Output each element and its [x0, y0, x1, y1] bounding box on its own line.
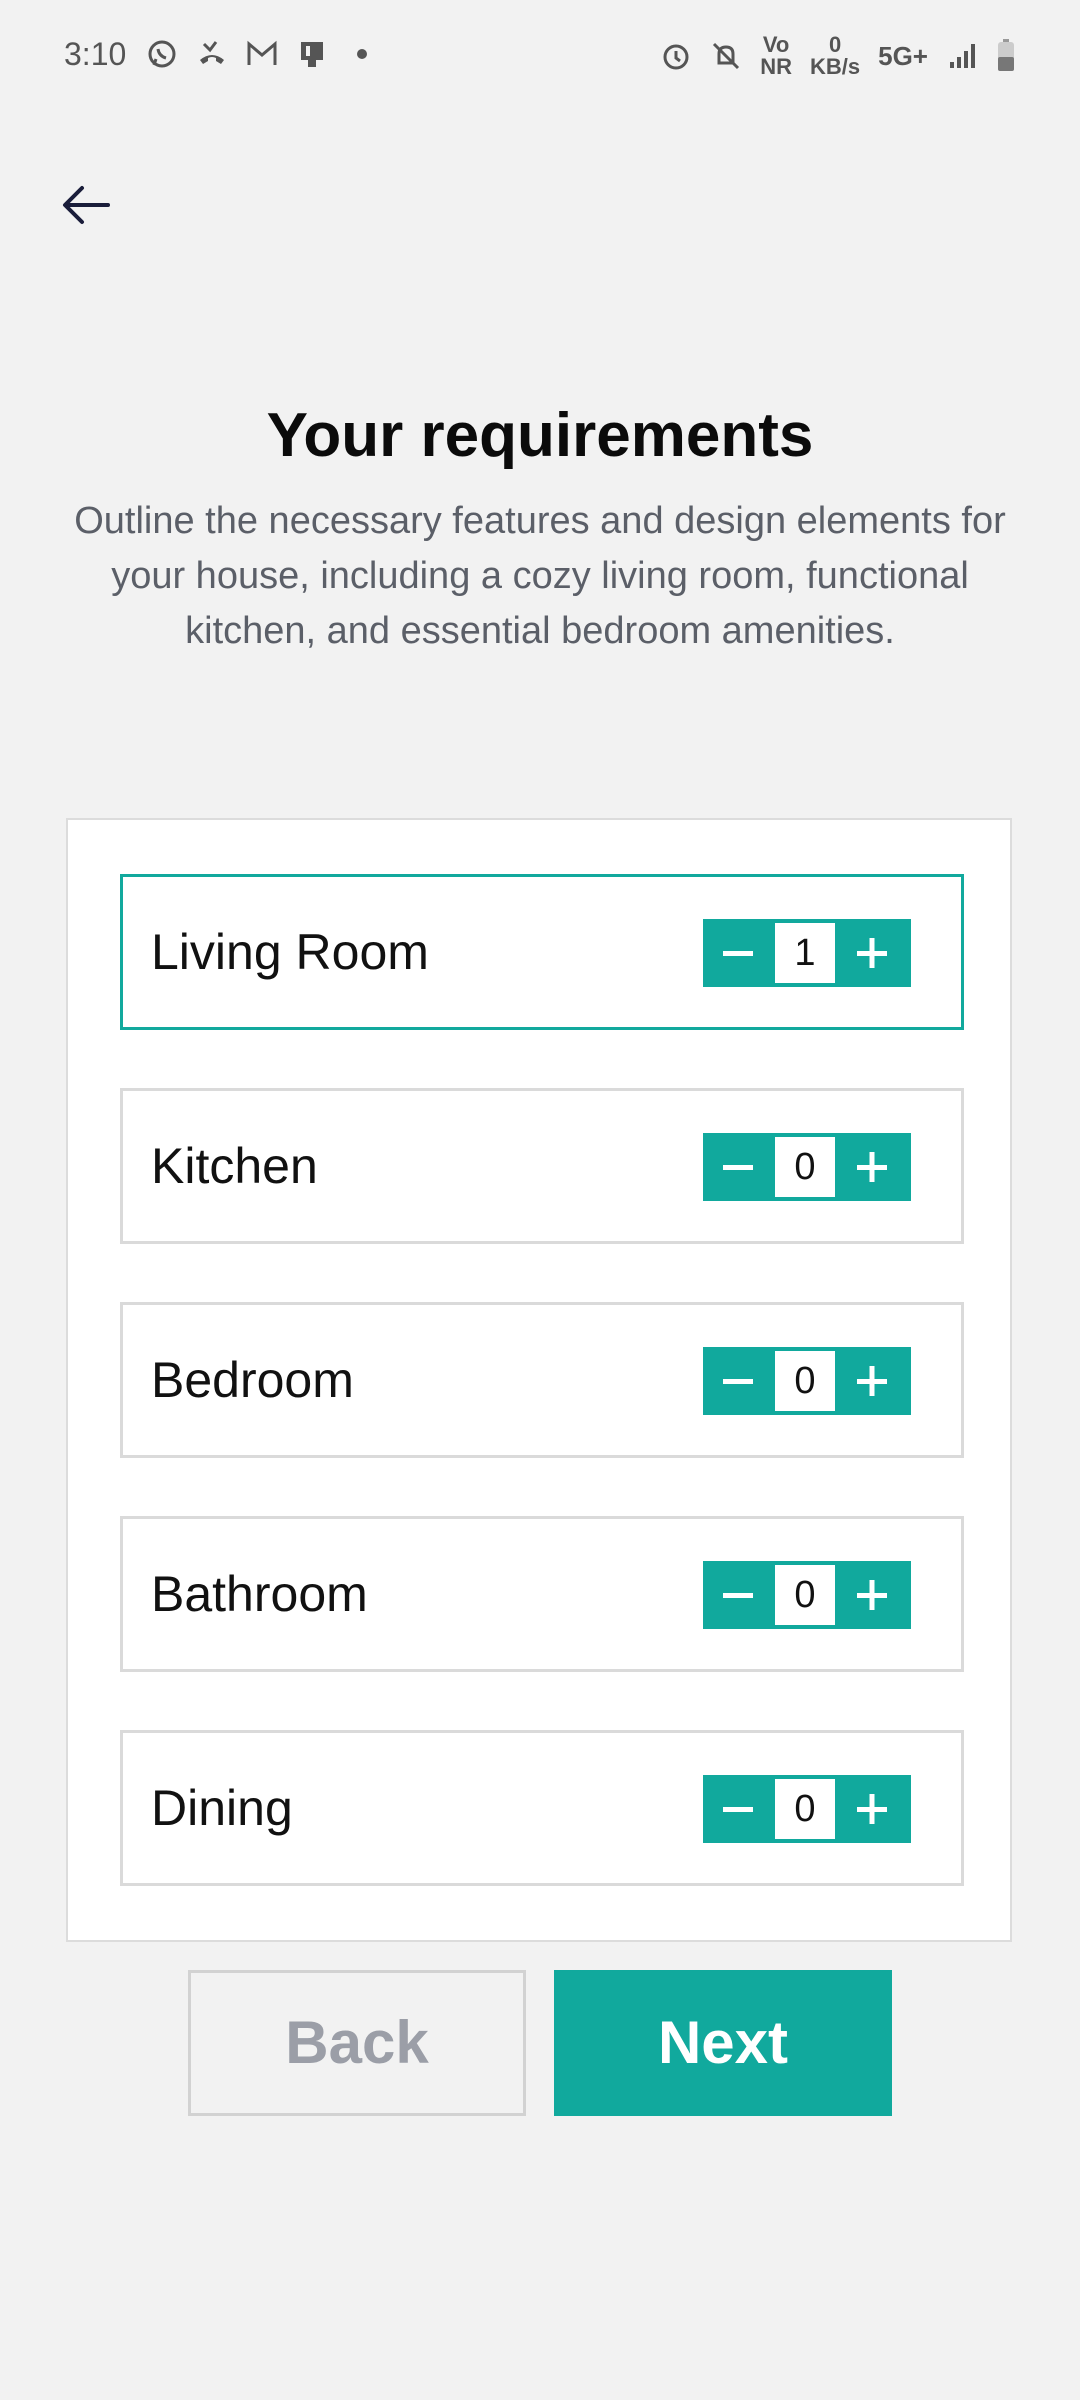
- status-left-icons: [146, 38, 378, 70]
- back-button[interactable]: Back: [188, 1970, 526, 2116]
- room-row-dining: Dining 0: [120, 1730, 964, 1886]
- decrement-button[interactable]: [703, 919, 773, 987]
- quantity-stepper: 0: [703, 1561, 911, 1629]
- increment-button[interactable]: [837, 1133, 907, 1201]
- room-label: Living Room: [151, 924, 429, 980]
- room-row-living-room: Living Room 1: [120, 874, 964, 1030]
- minus-icon: [723, 1379, 753, 1384]
- status-bar: 3:10 Vo NR 0 KB/s 5G+: [0, 0, 1080, 110]
- plus-icon: [857, 1580, 887, 1610]
- increment-button[interactable]: [837, 1775, 907, 1843]
- device-icon: [301, 42, 323, 67]
- battery-icon: [998, 39, 1014, 71]
- room-label: Bedroom: [151, 1352, 354, 1408]
- requirements-panel: Living Room 1 Kitchen 0 Bedroom 0 Bathro…: [66, 818, 1012, 1942]
- plus-icon: [857, 1366, 887, 1396]
- bell-off-icon: [713, 42, 740, 70]
- network-icon: 5G+: [878, 41, 928, 71]
- minus-icon: [723, 1165, 753, 1170]
- dot-icon: [357, 49, 367, 59]
- room-label: Bathroom: [151, 1566, 368, 1622]
- data-speed-icon: 0 KB/s: [810, 32, 861, 79]
- quantity-stepper: 0: [703, 1347, 911, 1415]
- arrow-left-icon[interactable]: [58, 180, 114, 230]
- quantity-value[interactable]: 1: [773, 921, 837, 985]
- quantity-value[interactable]: 0: [773, 1563, 837, 1627]
- plus-icon: [857, 1152, 887, 1182]
- minus-icon: [723, 951, 753, 956]
- volte-icon: Vo NR: [760, 32, 792, 79]
- plus-icon: [857, 938, 887, 968]
- quantity-value[interactable]: 0: [773, 1777, 837, 1841]
- status-right-icons: Vo NR 0 KB/s 5G+: [660, 34, 1016, 78]
- increment-button[interactable]: [837, 1347, 907, 1415]
- increment-button[interactable]: [837, 1561, 907, 1629]
- quantity-stepper: 0: [703, 1775, 911, 1843]
- room-label: Kitchen: [151, 1138, 318, 1194]
- quantity-stepper: 1: [703, 919, 911, 987]
- decrement-button[interactable]: [703, 1347, 773, 1415]
- minus-icon: [723, 1807, 753, 1812]
- whatsapp-icon: [148, 40, 176, 68]
- decrement-button[interactable]: [703, 1775, 773, 1843]
- decrement-button[interactable]: [703, 1133, 773, 1201]
- room-row-kitchen: Kitchen 0: [120, 1088, 964, 1244]
- status-time: 3:10: [64, 36, 127, 72]
- plus-icon: [857, 1794, 887, 1824]
- gmail-icon: [247, 40, 277, 65]
- increment-button[interactable]: [837, 919, 907, 987]
- signal-icon: [950, 44, 975, 68]
- page-subtitle: Outline the necessary features and desig…: [74, 500, 1006, 652]
- quantity-value[interactable]: 0: [773, 1349, 837, 1413]
- quantity-value[interactable]: 0: [773, 1135, 837, 1199]
- minus-icon: [723, 1593, 753, 1598]
- missed-call-icon: [200, 41, 224, 64]
- page-title: Your requirements: [266, 401, 814, 470]
- alarm-icon: [663, 44, 689, 70]
- room-row-bathroom: Bathroom 0: [120, 1516, 964, 1672]
- quantity-stepper: 0: [703, 1133, 911, 1201]
- decrement-button[interactable]: [703, 1561, 773, 1629]
- room-row-bedroom: Bedroom 0: [120, 1302, 964, 1458]
- room-label: Dining: [151, 1780, 293, 1836]
- next-button[interactable]: Next: [554, 1970, 892, 2116]
